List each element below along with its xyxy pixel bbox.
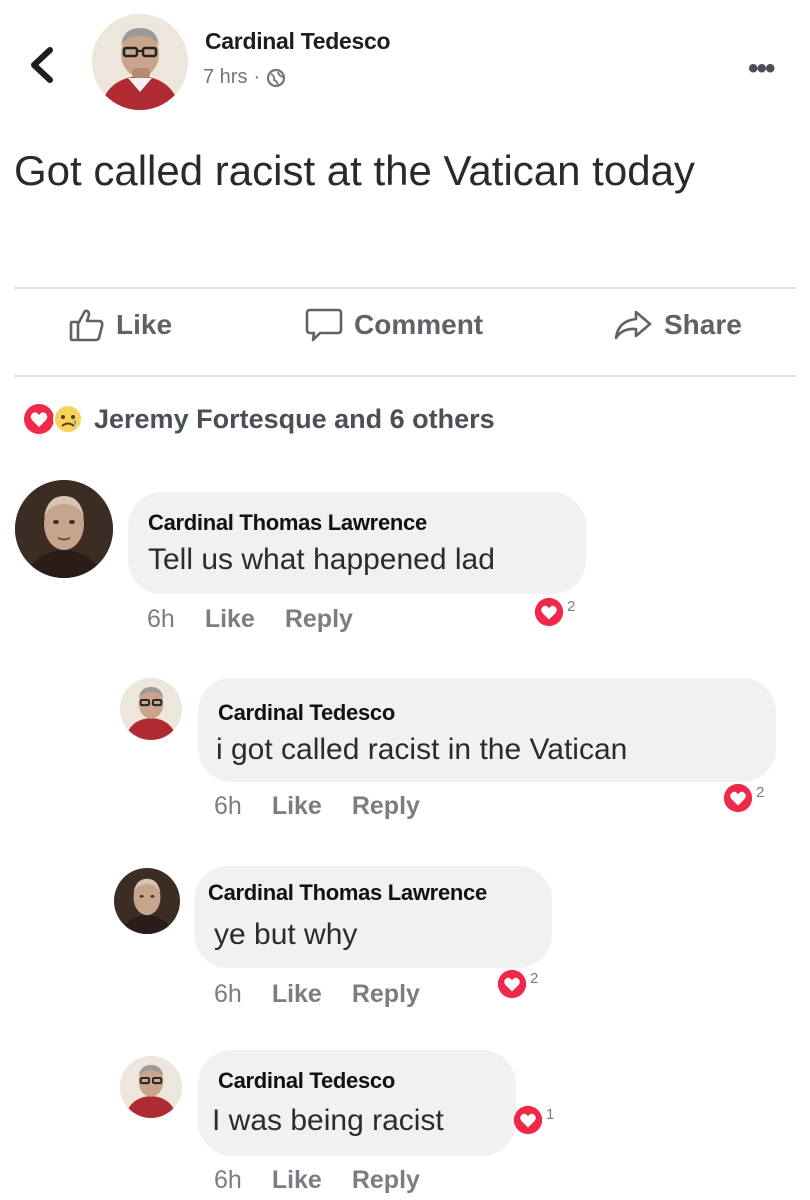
globe-icon: [267, 68, 286, 87]
post-author-name[interactable]: Cardinal Tedesco: [205, 28, 391, 55]
avatar-commenter[interactable]: [120, 1056, 182, 1118]
comment-reply-button[interactable]: Reply: [285, 605, 353, 634]
comment-reply-button[interactable]: Reply: [352, 792, 420, 821]
comment-like-button[interactable]: Like: [272, 792, 322, 821]
divider: [14, 287, 796, 289]
comment-text: Tell us what happened lad: [148, 543, 495, 576]
comment-like-button[interactable]: Like: [205, 605, 255, 634]
reaction-count: 2: [567, 598, 576, 615]
comment-bubble[interactable]: Cardinal Tedesco i got called racist in …: [198, 678, 776, 782]
love-reaction-icon: [723, 783, 753, 813]
post-text: Got called racist at the Vatican today: [14, 147, 695, 194]
divider: [14, 375, 796, 377]
reactions-summary[interactable]: Jeremy Fortesque and 6 others: [22, 402, 495, 436]
comment-reply-button[interactable]: Reply: [352, 980, 420, 1009]
comment-like-button[interactable]: Like: [272, 980, 322, 1009]
share-icon: [614, 310, 652, 340]
comment-bubble[interactable]: Cardinal Tedesco I was being racist: [198, 1050, 516, 1156]
comment-time[interactable]: 6h: [214, 1166, 242, 1195]
comment-actions: 6h Like Reply: [214, 1166, 420, 1195]
comment-text: I was being racist: [212, 1104, 444, 1137]
sad-reaction-icon: [53, 404, 83, 434]
reaction-count: 1: [546, 1106, 555, 1123]
comment-label: Comment: [354, 309, 484, 340]
thumbs-up-icon: [69, 309, 104, 342]
comment-author[interactable]: Cardinal Thomas Lawrence: [208, 880, 487, 906]
love-reaction-icon: [497, 969, 527, 999]
comment-actions: 6h Like Reply: [214, 792, 420, 821]
comment-text: i got called racist in the Vatican: [216, 733, 628, 766]
share-button[interactable]: Share: [612, 306, 742, 344]
like-label: Like: [116, 309, 173, 340]
comment-author[interactable]: Cardinal Thomas Lawrence: [148, 510, 427, 536]
share-label: Share: [664, 309, 742, 340]
comment-actions: 6h Like Reply: [214, 980, 420, 1009]
post-meta: 7 hrs ·: [203, 66, 286, 89]
comment-reactions[interactable]: 2: [533, 596, 575, 628]
comment-reply-button[interactable]: Reply: [352, 1166, 420, 1195]
avatar-post-author[interactable]: [92, 14, 188, 110]
comment-author[interactable]: Cardinal Tedesco: [218, 700, 395, 726]
comment-button[interactable]: Comment: [304, 306, 483, 344]
comment-author[interactable]: Cardinal Tedesco: [218, 1068, 395, 1094]
love-reaction-icon: [534, 597, 564, 627]
reactions-summary-text: Jeremy Fortesque and 6 others: [94, 403, 495, 434]
comment-time[interactable]: 6h: [214, 792, 242, 821]
comment-bubble[interactable]: Cardinal Thomas Lawrence ye but why: [194, 866, 552, 968]
comment-icon: [305, 308, 343, 342]
reaction-count: 2: [530, 970, 539, 987]
avatar-commenter[interactable]: [15, 480, 113, 578]
comment-text: ye but why: [214, 918, 358, 951]
comment-time[interactable]: 6h: [214, 980, 242, 1009]
comment-time[interactable]: 6h: [147, 605, 175, 634]
post-time[interactable]: 7 hrs: [203, 66, 247, 89]
love-reaction-icon: [513, 1105, 543, 1135]
comment-actions: 6h Like Reply: [147, 605, 353, 634]
more-options-button[interactable]: •••: [748, 52, 775, 86]
avatar-commenter[interactable]: [120, 678, 182, 740]
comment-reactions[interactable]: 2: [496, 968, 538, 1000]
comment-reactions[interactable]: 1: [512, 1104, 554, 1136]
comment-reactions[interactable]: 2: [722, 782, 764, 814]
comment-like-button[interactable]: Like: [272, 1166, 322, 1195]
avatar-commenter[interactable]: [114, 868, 180, 934]
reaction-count: 2: [756, 784, 765, 801]
love-reaction-icon: [24, 404, 54, 434]
back-button[interactable]: [22, 40, 62, 90]
back-chevron-icon: [31, 47, 53, 83]
like-button[interactable]: Like: [68, 306, 172, 344]
more-icon: •••: [748, 52, 775, 85]
comment-bubble[interactable]: Cardinal Thomas Lawrence Tell us what ha…: [128, 492, 586, 594]
meta-separator: ·: [253, 66, 261, 88]
